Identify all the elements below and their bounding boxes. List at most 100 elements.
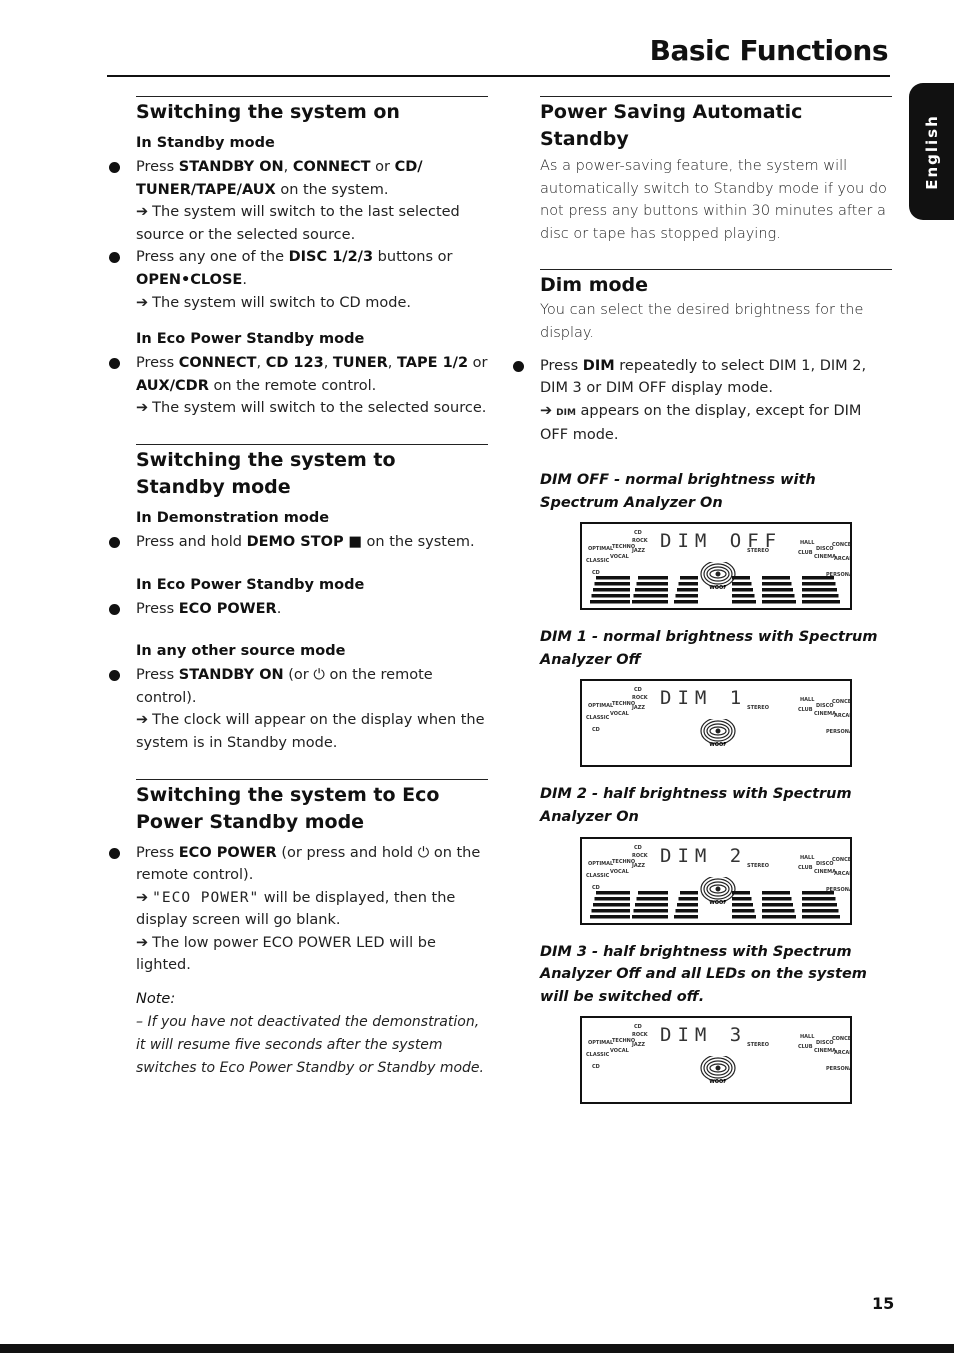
arrow-right-icon: ➔ [136, 889, 149, 906]
lcd-label-cinema: CINEMA [814, 554, 836, 561]
lcd-label-arcade: ARCADE [834, 713, 850, 720]
lcd-label-vocal: VOCAL [610, 554, 629, 561]
spectrum-bar [591, 594, 630, 598]
dim-mode-caption: DIM 3 - half brightness with Spectrum An… [540, 943, 867, 1005]
text: Press [136, 159, 179, 175]
language-tab: English [909, 83, 954, 220]
lcd-label-optimal: OPTIMAL [588, 703, 614, 710]
spectrum-bar [802, 902, 837, 906]
lcd-label-hall: HALL [800, 540, 815, 547]
lcd-label-disco: DISCO [816, 546, 834, 553]
list-item: Press STANDBY ON (or ⏻ on the remote con… [106, 664, 488, 754]
arrow-right-icon: ➔ [540, 402, 553, 419]
lcd-label-disco: DISCO [816, 860, 834, 867]
spectrum-bar [732, 582, 752, 586]
dim-mode-caption: DIM OFF - normal brightness with Spectru… [540, 471, 816, 511]
woofer-icon: WOOF [700, 719, 736, 747]
spectrum-bar [632, 600, 668, 604]
lcd-label-cd: CD [592, 1064, 600, 1071]
spectrum-bar [590, 914, 630, 918]
power-icon: ⏻ [313, 667, 325, 684]
spectrum-bar [762, 600, 796, 604]
result-text: The system will switch to CD mode. [152, 294, 412, 311]
lcd-label-arcade: ARCADE [834, 556, 850, 563]
bullet-icon [109, 358, 120, 370]
lcd-label-classic: CLASSIC [586, 872, 610, 879]
text: , [256, 355, 266, 372]
bullet-icon [513, 360, 524, 372]
result-line: ➔ DIM appears on the display, except for … [540, 400, 892, 447]
spectrum-bar [802, 600, 840, 604]
lcd-label-stereo: STEREO [747, 862, 769, 869]
dim-mode-block: DIM OFF - normal brightness with Spectru… [510, 469, 892, 611]
spectrum-bar [635, 588, 668, 592]
spectrum-bar [594, 896, 630, 900]
stop-icon: ■ [348, 533, 362, 550]
left-column: Switching the system on In Standby mode … [106, 96, 488, 1080]
lcd-label-cd: CD [634, 844, 642, 851]
lcd-label-arcade: ARCADE [834, 870, 850, 877]
text: Press [136, 667, 179, 684]
lcd-display-illustration: DIM 1 OPTIMAL TECHNO ROCK CD CLASSIC VOCAL JAZZ… [580, 679, 852, 768]
spectrum-bar [732, 896, 752, 900]
spectrum-bar [802, 594, 839, 598]
key-label: STANDBY ON [178, 667, 284, 684]
note-label: Note: [136, 991, 176, 1008]
lcd-label-jazz: JAZZ [632, 705, 645, 712]
spectrum-bar [678, 582, 698, 586]
spectrum-bar [802, 908, 839, 912]
spectrum-bar [593, 902, 630, 906]
spectrum-bar [680, 890, 698, 894]
page-number: 15 [872, 1294, 895, 1313]
lcd-label-concert: CONCERT [832, 856, 852, 863]
lcd-label-rock: ROCK [632, 1032, 648, 1039]
spectrum-bar [732, 902, 753, 906]
bullet-icon [109, 670, 120, 682]
paragraph: As a power-saving feature, the system wi… [540, 158, 887, 242]
key-label: CONNECT [292, 159, 371, 175]
text: . [276, 600, 282, 617]
spectrum-bar [674, 600, 698, 604]
spectrum-bar [675, 594, 698, 598]
text: Press [136, 355, 179, 372]
subsection-title: In Eco Power Standby mode [136, 576, 365, 593]
key-label: OPEN•CLOSE [136, 271, 243, 288]
lcd-digits: DIM 2 [660, 844, 748, 867]
arrow-right-icon: ➔ [136, 400, 149, 417]
result-line: ➔ The low power ECO POWER LED will be lig… [136, 932, 488, 977]
key-label: ECO POWER [178, 600, 277, 617]
text: or [370, 159, 395, 175]
list-item: Press any one of the DISC 1/2/3 buttons … [106, 246, 488, 314]
display-indicator: DIM [556, 407, 576, 418]
result-text: The system will switch to the selected s… [152, 400, 487, 417]
section-title: Switching the system to Standby mode [136, 448, 396, 498]
result-text: appears on the display, except for DIM O… [540, 402, 862, 444]
spectrum-bar [638, 576, 668, 580]
section-rule [136, 443, 488, 445]
lcd-label-rock: ROCK [632, 695, 648, 702]
text: . [242, 271, 247, 288]
bullet-icon [109, 536, 120, 548]
lcd-label-concert: CONCERT [832, 1036, 852, 1043]
spectrum-bar [802, 896, 836, 900]
spectrum-analyzer [590, 890, 840, 918]
arrow-right-icon: ➔ [136, 204, 149, 221]
lcd-label-stereo: STEREO [747, 705, 769, 712]
key-label: AUX/CDR [136, 377, 209, 394]
spectrum-bar [677, 588, 698, 592]
spectrum-bar [762, 890, 790, 894]
lcd-label-jazz: JAZZ [632, 862, 645, 869]
spectrum-bar [638, 890, 668, 894]
bottom-bar [0, 1344, 954, 1353]
lcd-label-hall: HALL [800, 697, 815, 704]
key-label: ECO POWER [178, 844, 277, 861]
arrow-right-icon: ➔ [136, 294, 149, 311]
subsection-title: In Eco Power Standby mode [136, 331, 365, 348]
list-item: Press CONNECT, CD 123, TUNER, TAPE 1/2 o… [106, 352, 488, 420]
text: , [283, 159, 293, 175]
section-title: Dim mode [540, 274, 649, 297]
text: Press [136, 844, 179, 861]
lcd-label-concert: CONCERT [832, 542, 852, 549]
spectrum-bar [591, 908, 630, 912]
page-title: Basic Functions [649, 34, 889, 67]
